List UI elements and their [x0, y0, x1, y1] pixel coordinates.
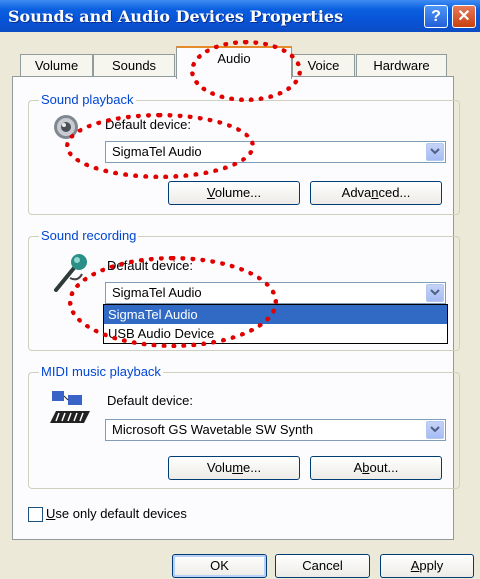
midi-default-label: Default device:: [107, 393, 193, 408]
annotation-ring-playback: [65, 113, 255, 179]
playback-advanced-button[interactable]: Advanced...: [310, 181, 442, 205]
use-only-default-checkbox[interactable]: [28, 507, 43, 522]
midi-device-value: Microsoft GS Wavetable SW Synth: [112, 422, 314, 437]
annotation-ring-recording: [68, 256, 278, 348]
ok-button[interactable]: OK: [172, 554, 267, 578]
midi-keyboard-icon: [50, 391, 90, 423]
cancel-button[interactable]: Cancel: [275, 554, 370, 578]
apply-button[interactable]: Apply: [380, 554, 474, 578]
tab-hardware[interactable]: Hardware: [356, 54, 447, 77]
annotation-ring-audio-tab: [190, 40, 302, 102]
dialog-window: Sounds and Audio Devices Properties ? ✕ …: [0, 0, 480, 579]
title-bar[interactable]: Sounds and Audio Devices Properties ? ✕: [0, 0, 480, 32]
midi-volume-button[interactable]: Volume...: [168, 456, 300, 480]
midi-about-button[interactable]: About...: [310, 456, 442, 480]
tab-sounds[interactable]: Sounds: [93, 54, 175, 77]
midi-device-select[interactable]: Microsoft GS Wavetable SW Synth: [105, 419, 446, 441]
chevron-down-icon[interactable]: [426, 421, 444, 439]
tab-volume[interactable]: Volume: [20, 54, 93, 77]
help-button[interactable]: ?: [424, 5, 448, 28]
close-button[interactable]: ✕: [452, 5, 476, 28]
chevron-down-icon[interactable]: [426, 284, 444, 302]
midi-playback-title: MIDI music playback: [39, 364, 163, 379]
playback-volume-button[interactable]: Volume...: [168, 181, 300, 205]
window-title: Sounds and Audio Devices Properties: [8, 7, 344, 26]
sound-playback-title: Sound playback: [39, 92, 136, 107]
chevron-down-icon[interactable]: [426, 143, 444, 161]
use-only-default-label: Use only default devices: [46, 506, 187, 521]
sound-recording-title: Sound recording: [39, 228, 139, 243]
